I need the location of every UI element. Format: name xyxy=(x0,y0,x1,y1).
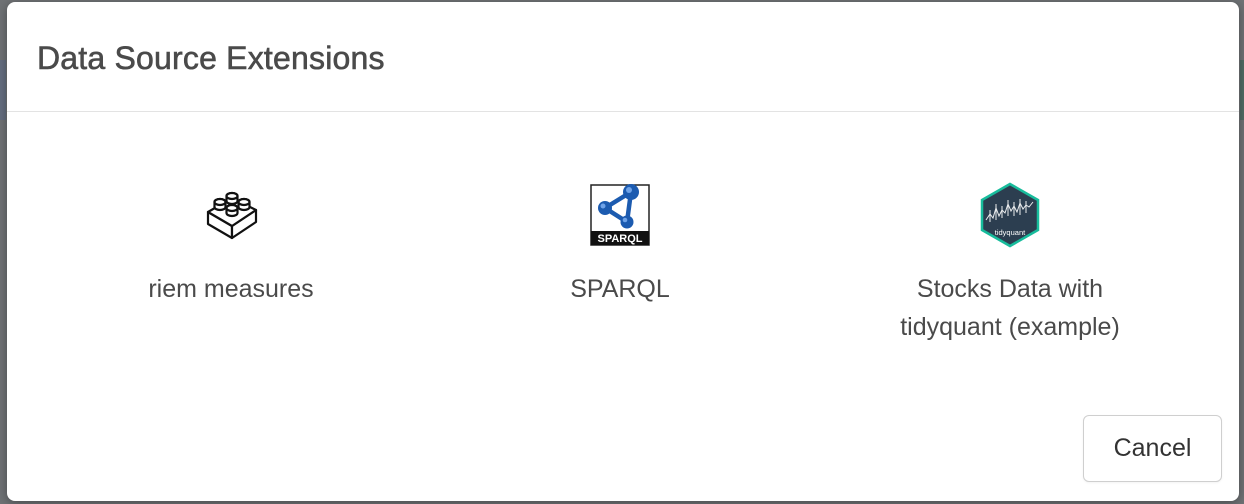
dialog-header: Data Source Extensions xyxy=(7,2,1239,112)
data-source-extensions-dialog: Data Source Extensions riem measures SPA… xyxy=(7,2,1239,501)
extension-riem-measures[interactable]: riem measures xyxy=(81,182,381,308)
extension-label: Stocks Data with tidyquant (example) xyxy=(900,275,1120,341)
extension-label: SPARQL xyxy=(570,275,670,303)
background-edge xyxy=(0,60,6,120)
svg-text:tidyquant: tidyquant xyxy=(995,228,1026,237)
background-edge xyxy=(1240,60,1244,120)
extension-stocks-tidyquant[interactable]: tidyquant Stocks Data with tidyquant (ex… xyxy=(860,182,1160,346)
dialog-footer: Cancel xyxy=(1083,415,1222,482)
cancel-button[interactable]: Cancel xyxy=(1083,415,1222,482)
lego-brick-icon xyxy=(206,191,258,240)
sparql-logo-icon: SPARQL xyxy=(590,184,650,246)
extension-label: riem measures xyxy=(148,275,314,303)
extensions-grid: riem measures SPARQL SPARQL tidyquant St… xyxy=(7,112,1239,402)
dialog-title: Data Source Extensions xyxy=(37,40,385,77)
extension-sparql[interactable]: SPARQL SPARQL xyxy=(470,182,770,308)
tidyquant-hex-icon: tidyquant xyxy=(980,182,1040,248)
svg-text:SPARQL: SPARQL xyxy=(597,233,642,245)
